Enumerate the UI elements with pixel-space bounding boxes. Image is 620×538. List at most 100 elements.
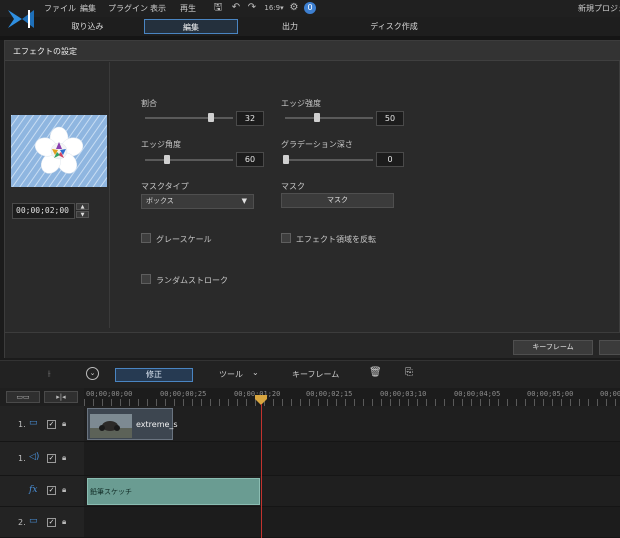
video-track-icon: ▭ xyxy=(29,516,38,526)
lock-icon[interactable]: 🔒︎ xyxy=(62,517,66,527)
undo-icon[interactable]: ↶ xyxy=(230,2,242,14)
track-enable-checkbox[interactable]: ✓ xyxy=(47,420,56,429)
ruler-label: 00;00;00;00 xyxy=(86,390,133,398)
playhead[interactable] xyxy=(261,404,262,538)
panel-footer: キーフレーム xyxy=(5,332,620,358)
gear-icon[interactable]: ⚙ xyxy=(288,2,300,14)
edge-strength-slider[interactable] xyxy=(285,117,373,119)
spin-up-icon[interactable]: ▲ xyxy=(76,203,89,210)
gradation-depth-slider[interactable] xyxy=(285,159,373,161)
fit-timeline-icon[interactable]: ▸|◂ xyxy=(44,391,78,403)
timecode-stepper[interactable]: ▲ ▼ xyxy=(76,203,89,219)
ruler-label: 00;00;04;05 xyxy=(454,390,501,398)
menu-view[interactable]: 表示 xyxy=(150,3,166,14)
fx-clip[interactable]: 鉛筆スケッチ xyxy=(87,478,260,505)
invert-area-checkbox[interactable] xyxy=(281,233,291,243)
track-area-audio-1[interactable] xyxy=(84,442,620,476)
lock-icon[interactable]: 🔒︎ xyxy=(62,419,66,429)
tools-menu[interactable]: ツール xyxy=(219,369,243,380)
video-clip[interactable]: extreme_s xyxy=(87,408,178,440)
project-title: 新規プロジェク xyxy=(578,4,620,13)
effect-preview-thumbnail xyxy=(11,115,107,187)
gradation-depth-value[interactable]: 0 xyxy=(376,152,404,167)
tab-output[interactable]: 出力 xyxy=(260,19,320,34)
track-header-video-1: 1. ▭ ✓ 🔒︎ xyxy=(0,406,84,442)
spin-down-icon[interactable]: ▼ xyxy=(76,211,89,218)
split-icon[interactable]: ⫲ xyxy=(48,369,51,379)
track-enable-checkbox[interactable]: ✓ xyxy=(47,518,56,527)
ruler-ticks xyxy=(84,399,620,406)
mask-button[interactable]: マスク xyxy=(281,193,394,208)
ruler-label: 00;00;03;10 xyxy=(380,390,427,398)
tab-import[interactable]: 取り込み xyxy=(50,19,125,34)
menu-edit[interactable]: 編集 xyxy=(80,3,96,14)
redo-icon[interactable]: ↷ xyxy=(246,2,258,14)
panel-extra-button[interactable] xyxy=(599,340,620,355)
menu-file[interactable]: ファイル xyxy=(44,3,76,14)
mask-label: マスク xyxy=(281,182,305,191)
mask-type-value: ボックス xyxy=(146,197,174,205)
track-enable-checkbox[interactable]: ✓ xyxy=(47,486,56,495)
clip-thumbnail xyxy=(90,414,132,438)
edge-angle-slider[interactable] xyxy=(145,159,233,161)
ratio-label: 割合 xyxy=(141,99,157,108)
track-area-video-2[interactable] xyxy=(84,507,620,538)
ratio-slider[interactable] xyxy=(145,117,233,119)
track-manager-icon[interactable]: ▭▭ xyxy=(6,391,40,403)
aspect-ratio-icon[interactable]: 16:9▾ xyxy=(264,2,284,14)
ruler-label: 00;00;05; xyxy=(600,390,620,398)
lock-icon[interactable]: 🔒︎ xyxy=(62,453,66,463)
track-enable-checkbox[interactable]: ✓ xyxy=(47,454,56,463)
timeline-ruler[interactable]: 00;00;00;00 00;00;00;25 00;00;01;20 00;0… xyxy=(84,388,620,406)
menu-playback[interactable]: 再生 xyxy=(180,3,196,14)
panel-title: エフェクトの設定 xyxy=(13,47,77,56)
save-icon[interactable]: 🖫 xyxy=(212,2,224,14)
menu-plugin[interactable]: プラグイン xyxy=(108,3,148,14)
audio-track-icon: ◁) xyxy=(29,452,40,462)
ruler-label: 00;00;02;15 xyxy=(306,390,353,398)
track-header-fx: fx ✓ 🔒︎ xyxy=(0,476,84,507)
timeline-toolbar: ⫲ ⌄ 修正 ツール ⌄ キーフレーム 🗑 ⎘ xyxy=(0,360,620,388)
gradation-depth-label: グラデーション深さ xyxy=(281,140,353,149)
chevron-down-icon[interactable]: ⌄ xyxy=(252,368,259,377)
trash-icon[interactable]: 🗑 xyxy=(369,367,382,378)
invert-area-label: エフェクト領域を反転 xyxy=(296,235,376,244)
edge-strength-slider-thumb[interactable] xyxy=(314,113,320,122)
ratio-value[interactable]: 32 xyxy=(236,111,264,126)
edge-angle-slider-thumb[interactable] xyxy=(164,155,170,164)
grayscale-checkbox[interactable] xyxy=(141,233,151,243)
effect-settings-panel: エフェクトの設定 00;00;02;00 ▲ ▼ 割合 32 エッジ強度 50 … xyxy=(4,40,620,358)
random-stroke-checkbox[interactable] xyxy=(141,274,151,284)
lock-icon[interactable]: 🔒︎ xyxy=(62,485,66,495)
tab-edit[interactable]: 編集 xyxy=(144,19,238,34)
edge-angle-label: エッジ角度 xyxy=(141,140,181,149)
keyframe-tool[interactable]: キーフレーム xyxy=(292,369,339,380)
app-logo-icon xyxy=(8,10,34,28)
track-number: 2. xyxy=(18,518,26,527)
timecode-field[interactable]: 00;00;02;00 xyxy=(12,203,75,219)
gradation-depth-slider-thumb[interactable] xyxy=(283,155,289,164)
notification-icon[interactable]: 0 xyxy=(304,2,316,14)
chevron-down-icon[interactable]: ⌄ xyxy=(86,367,99,380)
keyframe-button[interactable]: キーフレーム xyxy=(513,340,593,355)
edge-angle-value[interactable]: 60 xyxy=(236,152,264,167)
dropdown-arrow-icon: ▼ xyxy=(241,197,247,205)
fx-track-icon: fx xyxy=(29,485,38,495)
mode-tabs: 取り込み 編集 出力 ディスク作成 xyxy=(40,17,620,36)
ratio-slider-thumb[interactable] xyxy=(208,113,214,122)
mask-type-select[interactable]: ボックス ▼ xyxy=(141,194,254,209)
export-icon[interactable]: ⎘ xyxy=(405,367,413,378)
track-header-video-2: 2. ▭ ✓ 🔒︎ xyxy=(0,507,84,538)
fix-button[interactable]: 修正 xyxy=(115,368,193,382)
tab-disc[interactable]: ディスク作成 xyxy=(354,19,434,34)
video-clip-name: extreme_s xyxy=(136,420,178,429)
edge-strength-label: エッジ強度 xyxy=(281,99,321,108)
video-track-icon: ▭ xyxy=(29,418,38,428)
ruler-label: 00;00;00;25 xyxy=(160,390,207,398)
track-header-audio-1: 1. ◁) ✓ 🔒︎ xyxy=(0,442,84,476)
mask-type-label: マスクタイプ xyxy=(141,182,189,191)
edge-strength-value[interactable]: 50 xyxy=(376,111,404,126)
panel-header: エフェクトの設定 xyxy=(5,41,620,61)
random-stroke-label: ランダムストローク xyxy=(156,276,228,285)
track-header-controls: ▭▭ ▸|◂ xyxy=(0,388,84,406)
